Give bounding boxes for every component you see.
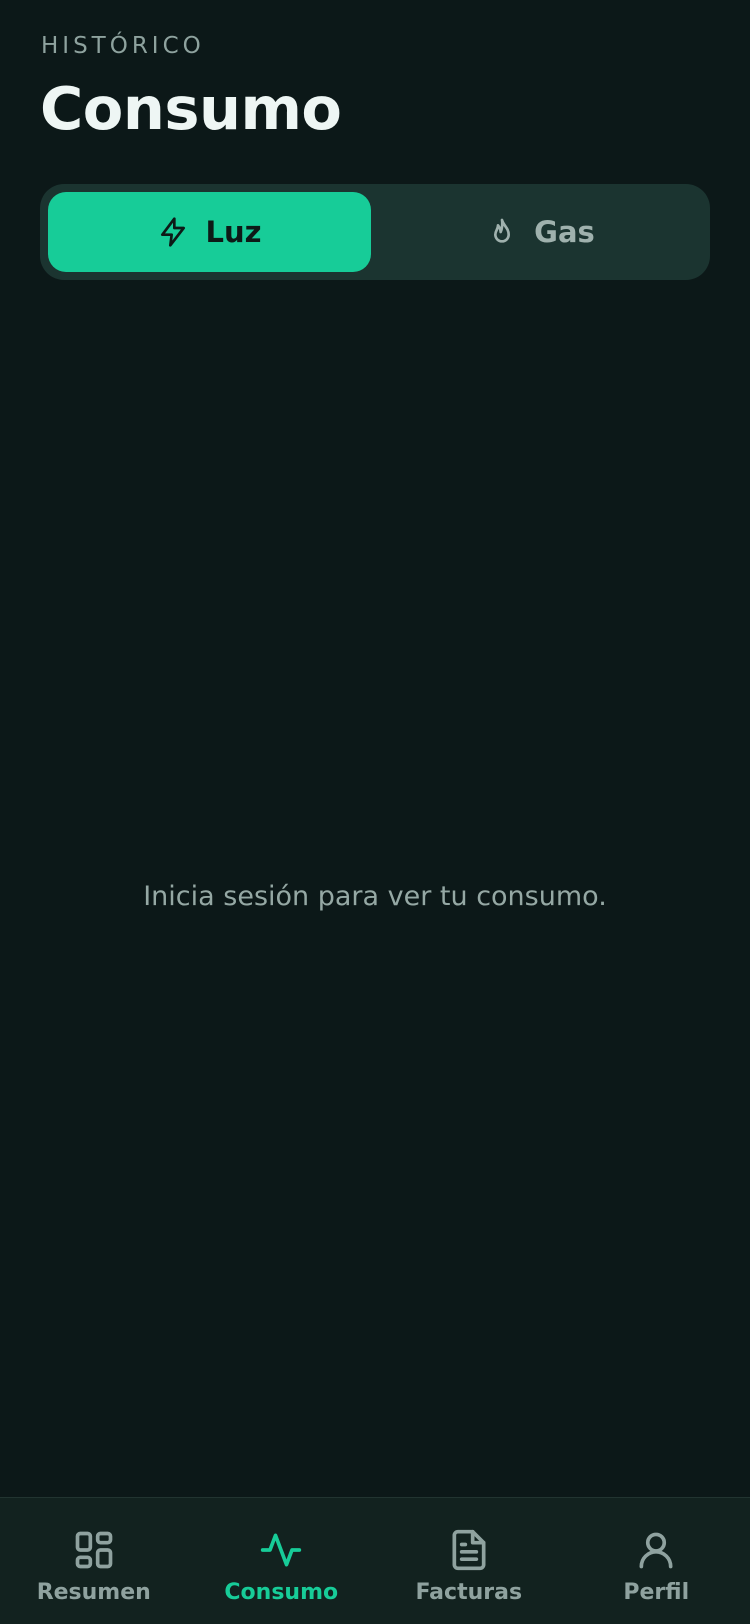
section-eyebrow: HISTÓRICO bbox=[41, 33, 205, 59]
bottom-navigation: Resumen Consumo Facturas Perfil bbox=[0, 1497, 750, 1624]
activity-icon bbox=[259, 1528, 303, 1572]
toggle-luz-label: Luz bbox=[205, 215, 262, 249]
empty-state-message: Inicia sesión para ver tu consumo. bbox=[143, 881, 607, 912]
nav-label-facturas: Facturas bbox=[415, 1580, 523, 1605]
consumo-screen: HISTÓRICO Consumo Luz Gas Inicia sesión … bbox=[0, 0, 750, 1624]
nav-item-facturas[interactable]: Facturas bbox=[375, 1498, 563, 1624]
user-icon bbox=[634, 1528, 678, 1572]
nav-label-consumo: Consumo bbox=[224, 1580, 339, 1605]
energy-type-toggle: Luz Gas bbox=[40, 184, 710, 280]
flame-icon bbox=[486, 216, 518, 248]
document-icon bbox=[447, 1528, 491, 1572]
toggle-gas-button[interactable]: Gas bbox=[379, 192, 702, 272]
nav-item-resumen[interactable]: Resumen bbox=[0, 1498, 188, 1624]
nav-label-perfil: Perfil bbox=[623, 1580, 690, 1605]
nav-label-resumen: Resumen bbox=[36, 1580, 151, 1605]
bolt-icon bbox=[157, 216, 189, 248]
dashboard-icon bbox=[72, 1528, 116, 1572]
nav-item-perfil[interactable]: Perfil bbox=[563, 1498, 750, 1624]
page-title: Consumo bbox=[40, 74, 342, 143]
nav-item-consumo[interactable]: Consumo bbox=[188, 1498, 376, 1624]
toggle-gas-label: Gas bbox=[534, 215, 595, 249]
toggle-luz-button[interactable]: Luz bbox=[48, 192, 371, 272]
